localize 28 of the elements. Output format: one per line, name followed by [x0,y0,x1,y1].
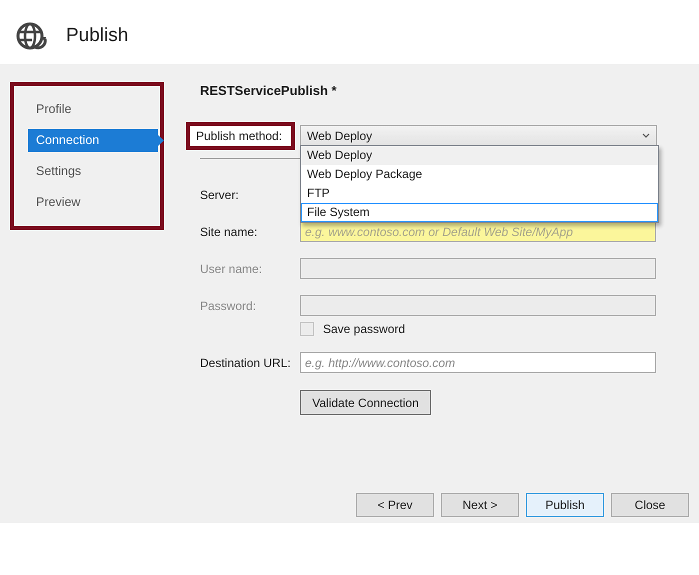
validate-connection-button[interactable]: Validate Connection [300,390,431,415]
checkbox[interactable] [300,322,314,336]
field-label: Server: [200,188,240,202]
input-field[interactable]: e.g. http://www.contoso.com [300,352,656,373]
chevron-down-icon [642,133,650,138]
sidebar-item[interactable]: Profile [28,98,164,121]
input-field[interactable]: e.g. www.contoso.com or Default Web Site/MyApp [300,221,656,242]
globe-refresh-icon [15,20,47,52]
field-label: User name: [200,262,264,276]
dropdown-option[interactable]: Web Deploy Package [301,165,658,184]
footer-button[interactable]: < Prev [356,493,434,517]
profile-title: RESTServicePublish * [200,83,338,99]
dropdown-option[interactable]: Web Deploy [301,146,658,165]
field-label: Site name: [200,224,258,238]
dropdown-option[interactable]: FTP [301,184,658,203]
publish-method-label: Publish method: [186,122,295,150]
footer-button[interactable]: Publish [526,493,604,517]
field-label: Password: [200,298,258,312]
window-title: Publish [66,25,128,47]
dropdown-option[interactable]: File System [301,203,658,222]
footer-button[interactable]: Close [611,493,689,517]
sidebar-item[interactable]: Settings [28,160,164,183]
publish-method-dropdown[interactable]: Web Deploy [300,125,657,146]
field-label: Destination URL: [200,356,292,370]
checkbox-label: Save password [323,322,406,336]
footer-button[interactable]: Next > [441,493,519,517]
sidebar-item[interactable]: Connection [28,129,164,152]
sidebar-item[interactable]: Preview [28,191,164,214]
